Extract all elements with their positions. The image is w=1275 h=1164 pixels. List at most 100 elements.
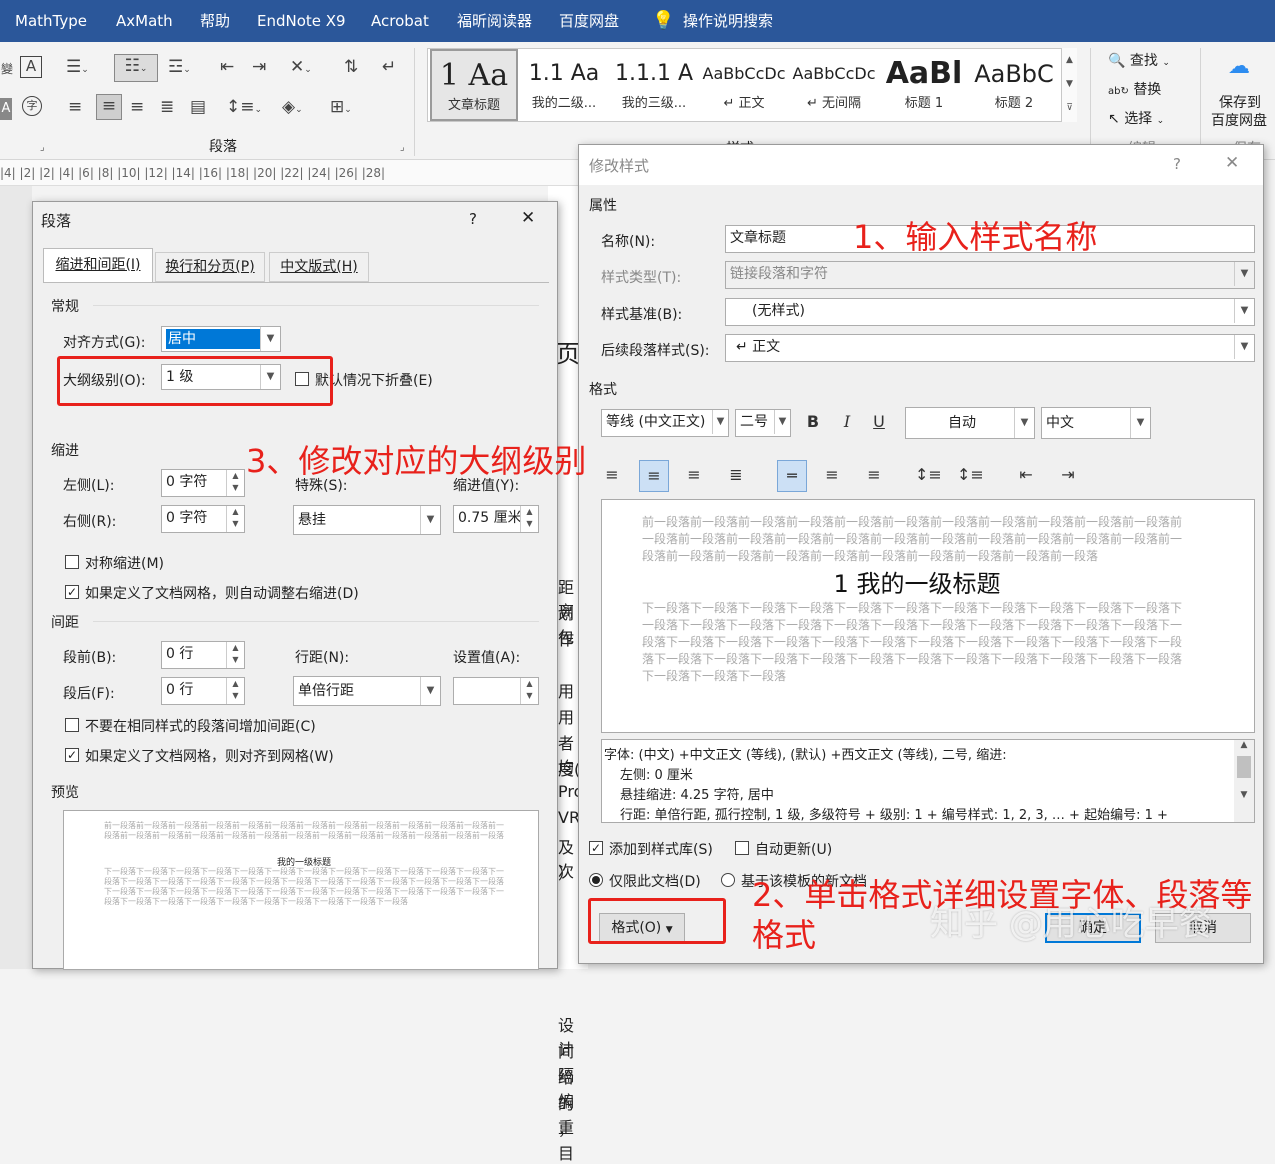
find-button[interactable]: 🔍 查找 ⌄ <box>1108 50 1170 70</box>
tab-help[interactable]: 帮助 <box>200 0 230 42</box>
indent-by-input[interactable]: 0.75 厘米 ▲ ▼ <box>453 505 539 533</box>
chevron-down-icon[interactable]: ▼ <box>712 410 728 434</box>
add-to-gallery-checkbox[interactable]: ✓ <box>589 841 603 855</box>
distributed-icon[interactable]: ▤ <box>190 96 206 118</box>
one-half-spacing-icon[interactable]: ≡ <box>821 460 843 490</box>
justify-icon[interactable]: ≣ <box>725 460 747 490</box>
select-button[interactable]: ↖ 选择 ⌄ <box>1108 108 1164 128</box>
align-right-icon[interactable]: ≡ <box>130 96 144 118</box>
char-border-icon[interactable]: A <box>20 56 42 78</box>
space-after-icon[interactable]: ↕≡ <box>957 460 984 490</box>
enclose-char-icon[interactable]: 字 <box>22 96 42 116</box>
phonetic-icon[interactable]: 變 <box>0 58 14 80</box>
close-icon[interactable]: ✕ <box>521 208 535 228</box>
tab-line-page-breaks[interactable]: 换行和分页(P) <box>155 252 265 282</box>
only-this-doc-radio[interactable] <box>589 873 603 887</box>
spinner-icon[interactable]: ▲ ▼ <box>520 678 538 704</box>
replace-button[interactable]: ab↻ 替换 <box>1108 79 1161 99</box>
chevron-down-icon[interactable]: ▼ <box>1130 408 1150 438</box>
font-select[interactable]: 等线 (中文正文) ▼ <box>601 409 729 437</box>
spinner-icon[interactable]: ▲ ▼ <box>226 470 244 496</box>
italic-button[interactable]: I <box>837 407 857 437</box>
char-shading-icon[interactable]: A <box>0 98 12 120</box>
spinner-icon[interactable]: ▲ ▼ <box>226 642 244 668</box>
decrease-indent-icon[interactable]: ⇤ <box>1015 460 1037 490</box>
spinner-icon[interactable]: ▲ ▼ <box>520 506 538 532</box>
help-button[interactable]: ? <box>469 210 477 228</box>
style-my-level3[interactable]: 1.1.1 A 我的三级... <box>610 49 698 121</box>
style-no-spacing[interactable]: AaBbCcDc ↵ 无间隔 <box>790 49 878 121</box>
style-article-title[interactable]: 1 Aa 文章标题 <box>430 49 518 121</box>
align-center-icon[interactable]: ≡ <box>96 94 122 120</box>
tab-mathtype[interactable]: MathType <box>15 0 87 42</box>
chevron-down-icon[interactable]: ▼ <box>420 677 440 705</box>
space-after-input[interactable]: 0 行 ▲ ▼ <box>161 677 245 705</box>
snap-grid-checkbox[interactable]: ✓ <box>65 748 79 762</box>
tab-baidu[interactable]: 百度网盘 <box>559 0 619 42</box>
auto-update-checkbox[interactable] <box>735 841 749 855</box>
line-spacing-icon[interactable]: ↕≡⌄ <box>226 96 262 121</box>
increase-indent-icon[interactable]: ⇥ <box>252 56 266 78</box>
based-on-select[interactable]: (无样式) ▼ <box>725 298 1255 326</box>
new-docs-radio[interactable] <box>721 873 735 887</box>
chevron-down-icon[interactable]: ▼ <box>1234 299 1254 323</box>
line-spacing-select[interactable]: 单倍行距 ▼ <box>293 676 441 706</box>
tab-endnote[interactable]: EndNote X9 <box>257 0 346 42</box>
font-size-select[interactable]: 二号 ▼ <box>735 409 791 437</box>
tab-acrobat[interactable]: Acrobat <box>371 0 429 42</box>
chevron-down-icon[interactable]: ▼ <box>1234 335 1254 359</box>
justify-icon[interactable]: ≣ <box>160 96 174 118</box>
at-input[interactable]: ▲ ▼ <box>453 677 539 705</box>
horizontal-ruler[interactable]: |4| |2| |2| |4| |6| |8| |10| |12| |14| |… <box>0 160 580 186</box>
special-select[interactable]: 悬挂 ▼ <box>293 505 441 535</box>
description-scrollbar[interactable]: ▲ ▼ <box>1234 740 1254 822</box>
align-left-icon[interactable]: ≡ <box>68 96 82 118</box>
shading-icon[interactable]: ◈⌄ <box>282 96 303 121</box>
close-icon[interactable]: ✕ <box>1225 153 1239 173</box>
borders-icon[interactable]: ⊞⌄ <box>330 96 352 121</box>
mirror-indent-checkbox[interactable] <box>65 555 79 569</box>
style-normal[interactable]: AaBbCcDc ↵ 正文 <box>700 49 788 121</box>
space-before-icon[interactable]: ↕≡ <box>915 460 942 490</box>
sort-icon[interactable]: ⇅ <box>344 56 358 78</box>
space-before-input[interactable]: 0 行 ▲ ▼ <box>161 641 245 669</box>
multilevel-list-icon[interactable]: ☷⌄ <box>114 54 158 82</box>
numbering-icon[interactable]: ☲⌄ <box>168 56 191 81</box>
auto-right-indent-checkbox[interactable]: ✓ <box>65 585 79 599</box>
tab-asian-typography[interactable]: 中文版式(H) <box>269 252 369 282</box>
language-select[interactable]: 中文 ▼ <box>1041 407 1151 439</box>
underline-button[interactable]: U <box>869 407 889 437</box>
spinner-icon[interactable]: ▲ ▼ <box>226 678 244 704</box>
dialog-launcher-icon[interactable]: ⌟ <box>40 142 45 153</box>
show-marks-icon[interactable]: ↵ <box>382 56 396 78</box>
tell-me-search[interactable]: 操作说明搜索 <box>683 0 773 42</box>
align-right-icon[interactable]: ≡ <box>683 460 705 490</box>
align-left-icon[interactable]: ≡ <box>601 460 623 490</box>
chevron-down-icon[interactable]: ▼ <box>774 410 790 434</box>
increase-indent-icon[interactable]: ⇥ <box>1057 460 1079 490</box>
right-indent-input[interactable]: 0 字符 ▲ ▼ <box>161 505 245 533</box>
single-spacing-icon[interactable]: ═ <box>777 460 807 492</box>
gallery-scroll[interactable]: ▲ ▼ ⊽ <box>1061 48 1077 122</box>
spinner-icon[interactable]: ▲ ▼ <box>226 506 244 532</box>
chevron-down-icon[interactable]: ▼ <box>1014 408 1034 438</box>
double-spacing-icon[interactable]: ≡ <box>863 460 885 490</box>
tab-axmath[interactable]: AxMath <box>116 0 173 42</box>
font-color-select[interactable]: 自动 ▼ <box>905 407 1035 439</box>
paragraph-launcher-icon[interactable]: ⌟ <box>400 142 405 153</box>
no-space-checkbox[interactable] <box>65 718 79 732</box>
style-heading-2[interactable]: AaBbC 标题 2 <box>970 49 1058 121</box>
style-heading-1[interactable]: AaBl 标题 1 <box>880 49 968 121</box>
baidu-pan-label[interactable]: 百度网盘 <box>1211 110 1267 130</box>
decrease-indent-icon[interactable]: ⇤ <box>220 56 234 78</box>
style-my-level2[interactable]: 1.1 Aa 我的二级... <box>520 49 608 121</box>
alignment-select[interactable]: 居中 ▼ <box>161 326 281 352</box>
save-to-label[interactable]: 保存到 <box>1219 92 1261 112</box>
bullets-icon[interactable]: ☰⌄ <box>66 56 89 81</box>
chevron-down-icon[interactable]: ▼ <box>420 506 440 534</box>
align-center-icon[interactable]: ≡ <box>639 460 669 492</box>
left-indent-input[interactable]: 0 字符 ▲ ▼ <box>161 469 245 497</box>
tab-foxit[interactable]: 福昕阅读器 <box>457 0 532 42</box>
baidu-cloud-icon[interactable]: ☁ <box>1228 54 1250 79</box>
next-style-select[interactable]: ↵ 正文 ▼ <box>725 334 1255 362</box>
